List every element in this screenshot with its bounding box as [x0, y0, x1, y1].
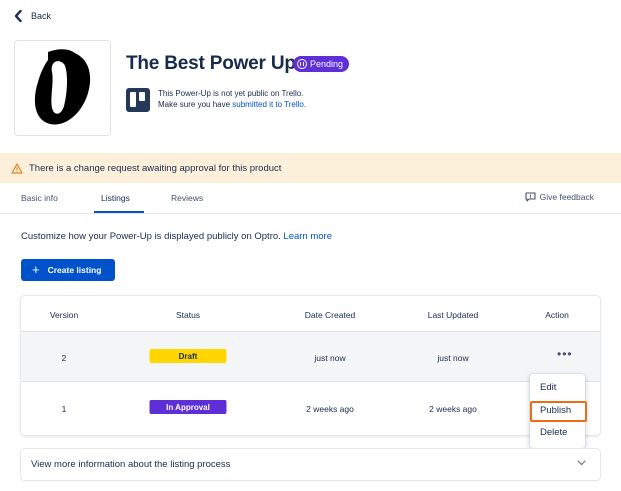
version-cell: 2	[61, 353, 67, 363]
notice-line-1: This Power-Up is not yet public on Trell…	[158, 89, 304, 98]
chevron-down-icon	[577, 460, 586, 466]
product-logo	[14, 40, 111, 136]
status-badge-draft: Draft	[149, 349, 227, 363]
listings-table: Version Status Date Created Last Updated…	[21, 296, 600, 435]
date-created-cell: just now	[314, 353, 346, 363]
column-header-version: Version	[49, 310, 79, 320]
action-menu: Edit Publish Delete	[530, 374, 587, 448]
tab-basic-info[interactable]: Basic info	[21, 193, 58, 203]
notice-text: Make sure you have	[158, 100, 233, 109]
notice-line-2: Make sure you have submitted it to Trell…	[158, 99, 306, 110]
create-listing-button[interactable]: + Create listing	[21, 259, 115, 281]
intro-text: Customize how your Power-Up is displayed…	[21, 231, 284, 242]
product-logo-icon	[34, 49, 90, 125]
learn-more-link[interactable]: Learn more	[283, 231, 332, 242]
change-request-banner: There is a change request awaiting appro…	[0, 153, 621, 183]
trello-icon	[126, 88, 150, 112]
page-title: The Best Power Up	[126, 53, 296, 74]
listings-intro: Customize how your Power-Up is displayed…	[21, 231, 332, 242]
feedback-icon	[525, 192, 536, 202]
status-badge-label: Pending	[310, 59, 344, 69]
status-badge-in-approval: In Approval	[149, 400, 227, 414]
pause-icon	[297, 59, 307, 69]
menu-item-delete[interactable]: Delete	[540, 427, 567, 438]
accordion-label: View more information about the listing …	[31, 459, 231, 470]
column-header-status: Status	[175, 310, 201, 320]
tab-reviews[interactable]: Reviews	[171, 193, 203, 203]
version-cell: 1	[61, 404, 67, 414]
last-updated-cell: 2 weeks ago	[429, 404, 477, 414]
column-header-date-created: Date Created	[304, 310, 356, 320]
banner-text: There is a change request awaiting appro…	[29, 162, 282, 174]
notice-period: .	[303, 100, 307, 109]
date-created-cell: 2 weeks ago	[306, 404, 354, 414]
tab-listings[interactable]: Listings	[101, 193, 130, 203]
tab-bar: Basic info Listings Reviews Give feedbac…	[0, 183, 621, 214]
back-label: Back	[31, 11, 52, 21]
chevron-left-icon	[14, 10, 22, 22]
give-feedback-label: Give feedback	[539, 192, 594, 202]
more-actions-icon[interactable]: •••	[557, 348, 573, 360]
status-badge: Pending	[293, 56, 350, 72]
column-header-action: Action	[545, 310, 569, 320]
active-tab-indicator	[94, 211, 144, 213]
last-updated-cell: just now	[437, 353, 469, 363]
give-feedback-button[interactable]: Give feedback	[525, 192, 594, 202]
menu-item-publish[interactable]: Publish	[540, 405, 571, 416]
menu-item-edit[interactable]: Edit	[540, 382, 556, 393]
submit-to-trello-link[interactable]: submitted it to Trello	[232, 100, 304, 109]
create-listing-label: Create listing	[47, 265, 102, 275]
column-header-last-updated: Last Updated	[427, 310, 479, 320]
warning-icon	[11, 162, 23, 174]
plus-icon: +	[32, 262, 40, 277]
table-row: 2 Draft just now just now •••	[21, 332, 600, 382]
table-header: Version Status Date Created Last Updated…	[21, 296, 600, 332]
listing-process-accordion[interactable]: View more information about the listing …	[21, 449, 600, 480]
table-row: 1 In Approval 2 weeks ago 2 weeks ago	[21, 383, 600, 433]
trello-notice: This Power-Up is not yet public on Trell…	[158, 88, 306, 110]
back-link[interactable]: Back	[14, 10, 51, 22]
